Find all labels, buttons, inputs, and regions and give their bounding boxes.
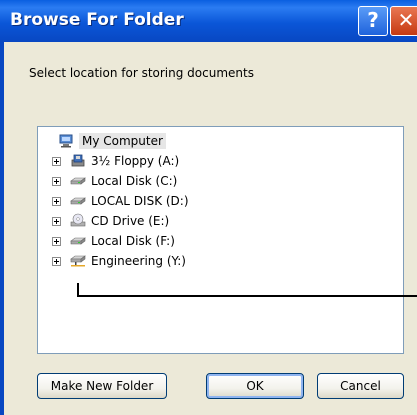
hard-disk-icon <box>70 177 86 185</box>
floppy-drive-icon <box>71 154 85 167</box>
window-title: Browse For Folder <box>10 10 184 30</box>
folder-tree[interactable]: My Computer 3½ Floppy (A:) Local Disk (C… <box>37 126 404 354</box>
browse-for-folder-dialog: Browse For Folder ? ✕ Select location fo… <box>0 0 417 415</box>
cd-drive-icon <box>70 213 86 227</box>
computer-icon <box>59 134 73 148</box>
window-border <box>0 42 4 415</box>
tree-item-label: LOCAL DISK (D:) <box>91 194 189 208</box>
tree-item-label: CD Drive (E:) <box>91 214 170 228</box>
help-button[interactable]: ? <box>358 6 388 36</box>
make-new-folder-button[interactable]: Make New Folder <box>37 373 167 399</box>
hard-disk-icon <box>70 197 86 205</box>
tree-item-label: Local Disk (F:) <box>91 234 175 248</box>
tree-item-local-disk-f[interactable]: Local Disk (F:) <box>52 233 302 251</box>
expand-icon[interactable] <box>52 197 61 206</box>
expand-icon[interactable] <box>52 257 61 266</box>
expand-icon[interactable] <box>52 157 61 166</box>
tree-item-floppy-a[interactable]: 3½ Floppy (A:) <box>52 153 302 171</box>
instruction-text: Select location for storing documents <box>29 66 254 80</box>
network-drive-icon <box>70 255 86 267</box>
tree-item-cd-drive-e[interactable]: CD Drive (E:) <box>52 213 302 231</box>
tree-item-local-disk-c[interactable]: Local Disk (C:) <box>52 173 302 191</box>
tree-item-label: Engineering (Y:) <box>91 254 186 268</box>
expand-icon[interactable] <box>52 177 61 186</box>
cancel-button[interactable]: Cancel <box>317 373 404 399</box>
close-button[interactable]: ✕ <box>390 6 417 36</box>
close-icon: ✕ <box>397 8 415 32</box>
help-icon: ? <box>367 8 379 32</box>
expand-icon[interactable] <box>52 237 61 246</box>
hard-disk-icon <box>70 237 86 245</box>
tree-item-local-disk-d[interactable]: LOCAL DISK (D:) <box>52 193 302 211</box>
tree-item-label: My Computer <box>79 133 166 149</box>
callout-line <box>77 295 417 297</box>
expand-icon[interactable] <box>52 217 61 226</box>
tree-item-engineering-y[interactable]: Engineering (Y:) <box>52 253 302 271</box>
tree-item-my-computer[interactable]: My Computer <box>46 133 246 151</box>
ok-button[interactable]: OK <box>206 373 304 399</box>
tree-item-label: Local Disk (C:) <box>91 174 178 188</box>
tree-item-label: 3½ Floppy (A:) <box>91 154 180 168</box>
title-bar[interactable]: Browse For Folder ? ✕ <box>0 0 417 42</box>
